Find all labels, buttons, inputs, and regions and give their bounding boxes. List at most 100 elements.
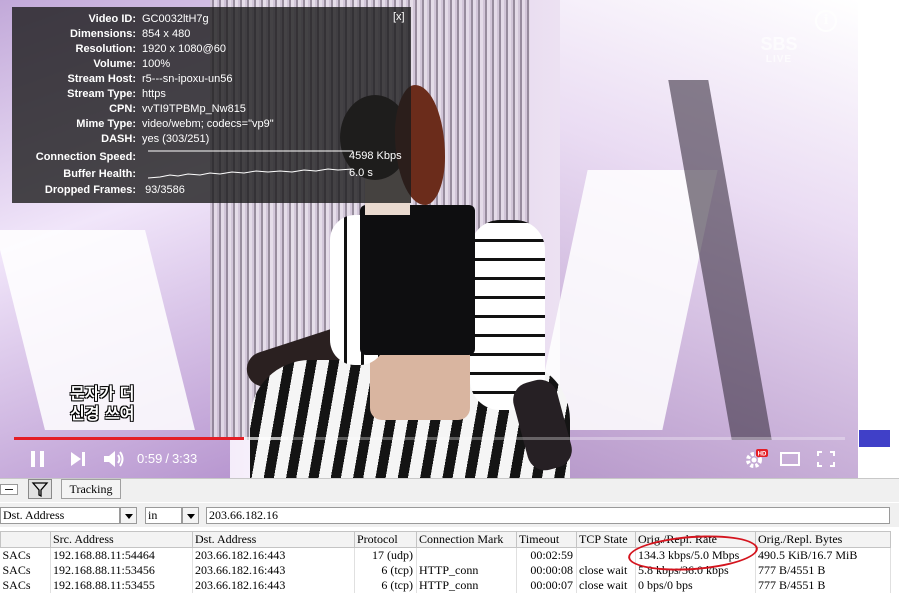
filter-value-input[interactable]: 203.66.182.16 [206, 507, 890, 524]
stats-row-dropped-frames: Dropped Frames: 93/3586 [12, 183, 185, 198]
stats-row: DASH: yes (303/251) [12, 132, 209, 147]
stats-value: 4598 Kbps [349, 150, 402, 162]
info-icon[interactable]: i [815, 10, 837, 32]
stats-for-nerds-panel: Video ID: GC0032ltH7g Dimensions: 854 x 480… [12, 7, 411, 203]
settings-icon[interactable]: HD [743, 447, 769, 471]
theater-mode-icon[interactable] [779, 447, 801, 471]
table-cell: 192.168.88.11:54464 [50, 547, 193, 563]
table-cell: close wait [576, 578, 636, 593]
stats-value: 854 x 480 [142, 28, 191, 40]
stats-key: Stream Host: [67, 73, 136, 85]
column-header[interactable]: Connection Mark [416, 531, 517, 548]
table-cell: SACs [0, 547, 51, 563]
table-cell: SACs [0, 563, 51, 578]
table-cell: 777 B/4551 B [755, 563, 891, 578]
time-separator: / [165, 451, 169, 466]
stats-value: video/webm; codecs="vp9" [142, 118, 274, 130]
table-cell: 00:00:07 [516, 578, 577, 593]
table-cell: HTTP_conn [416, 563, 517, 578]
progress-played [14, 437, 245, 440]
table-cell: 490.5 KiB/16.7 MiB [755, 547, 891, 563]
tracking-button[interactable]: Tracking [61, 479, 121, 499]
table-cell [416, 547, 517, 563]
filter-field-select[interactable]: Dst. Address [0, 507, 120, 524]
remove-button[interactable] [0, 484, 18, 495]
stats-row-connection-speed: Connection Speed: [12, 150, 142, 165]
stats-key: Connection Speed: [35, 151, 136, 163]
chevron-down-icon[interactable] [182, 507, 199, 524]
stats-key: Video ID: [88, 13, 136, 25]
column-header[interactable]: TCP State [576, 531, 636, 548]
dancer-vest [360, 205, 475, 355]
table-cell: 0 bps/0 bps [635, 578, 756, 593]
table-cell: 203.66.182.16:443 [192, 547, 355, 563]
stats-key: CPN: [109, 103, 136, 115]
column-header[interactable]: Timeout [516, 531, 577, 548]
filter-button[interactable] [28, 479, 52, 499]
table-cell: close wait [576, 563, 636, 578]
time-display: 0:59/3:33 [137, 451, 197, 466]
column-header[interactable] [0, 531, 51, 548]
broadcaster-logo: SBS LIVE [760, 34, 798, 65]
stats-row: CPN: vvTI9TPBMp_Nw815 [12, 102, 246, 117]
table-cell: 00:00:08 [516, 563, 577, 578]
video-player[interactable]: SBS LIVE i 문자가 더 신경 쓰여 Video ID: GC0032lt… [0, 0, 858, 478]
stats-value: yes (303/251) [142, 133, 210, 145]
hd-badge: HD [758, 452, 767, 458]
table-cell: 203.66.182.16:443 [192, 563, 355, 578]
filter-icon [31, 482, 49, 498]
table-cell [576, 547, 636, 563]
stats-value: 100% [142, 58, 171, 70]
table-cell: 6 (tcp) [354, 578, 417, 593]
subtitle-line: 신경 쓰여 [70, 404, 135, 423]
close-stats-button[interactable]: [x] [393, 11, 405, 23]
stats-value: 6.0 s [349, 167, 373, 179]
table-cell: 192.168.88.11:53455 [50, 578, 193, 593]
stats-value: 1920 x 1080@60 [142, 43, 226, 55]
table-cell: 6 (tcp) [354, 563, 417, 578]
volume-icon[interactable] [101, 447, 127, 471]
column-header[interactable]: Dst. Address [192, 531, 355, 548]
table-cell: SACs [0, 578, 51, 593]
fullscreen-icon[interactable] [815, 447, 837, 471]
next-icon[interactable] [67, 447, 89, 471]
stats-key: Stream Type: [67, 88, 136, 100]
column-header[interactable]: Orig./Repl. Bytes [755, 531, 891, 548]
stats-value: vvTI9TPBMp_Nw815 [142, 103, 246, 115]
stats-row: Stream Host: r5---sn-ipoxu-un56 [12, 72, 233, 87]
winbox-toolbar [0, 478, 899, 502]
table-cell: 203.66.182.16:443 [192, 578, 355, 593]
stats-key: Buffer Health: [63, 168, 136, 180]
stats-key: Volume: [93, 58, 136, 70]
stats-value: https [142, 88, 166, 100]
current-time: 0:59 [137, 451, 163, 466]
table-row[interactable]: SACs 192.168.88.11:53456 203.66.182.16:443… [0, 563, 891, 578]
stats-key: Dropped Frames: [44, 184, 136, 196]
chevron-down-icon[interactable] [120, 507, 137, 524]
play-pause-icon[interactable] [27, 447, 49, 471]
stats-value: r5---sn-ipoxu-un56 [142, 73, 233, 85]
stats-row: Dimensions: 854 x 480 [12, 27, 190, 42]
stats-row: Volume: 100% [12, 57, 170, 72]
table-cell: 00:02:59 [516, 547, 577, 563]
stats-key: Dimensions: [69, 28, 136, 40]
window-edge-highlight [859, 430, 890, 447]
subtitle-line: 문자가 더 [70, 384, 135, 403]
stats-row: Resolution: 1920 x 1080@60 [12, 42, 226, 57]
table-cell: 192.168.88.11:53456 [50, 563, 193, 578]
column-header[interactable]: Protocol [354, 531, 417, 548]
table-cell: 777 B/4551 B [755, 578, 891, 593]
table-row[interactable]: SACs 192.168.88.11:53455 203.66.182.16:443… [0, 578, 891, 593]
table-cell: 17 (udp) [354, 547, 417, 563]
duration: 3:33 [171, 451, 198, 466]
stats-value: GC0032ltH7g [142, 13, 209, 25]
connection-speed-graph [148, 150, 353, 152]
video-subtitle: 문자가 더 신경 쓰여 [70, 384, 134, 424]
stats-row: Video ID: GC0032ltH7g [12, 12, 209, 27]
stats-row: Stream Type: https [12, 87, 166, 102]
stats-row-buffer-health: Buffer Health: [12, 167, 142, 182]
column-header[interactable]: Src. Address [50, 531, 193, 548]
stats-row: Mime Type: video/webm; codecs="vp9" [12, 117, 274, 132]
filter-operator-select[interactable]: in [145, 507, 182, 524]
stats-key: DASH: [101, 133, 136, 145]
